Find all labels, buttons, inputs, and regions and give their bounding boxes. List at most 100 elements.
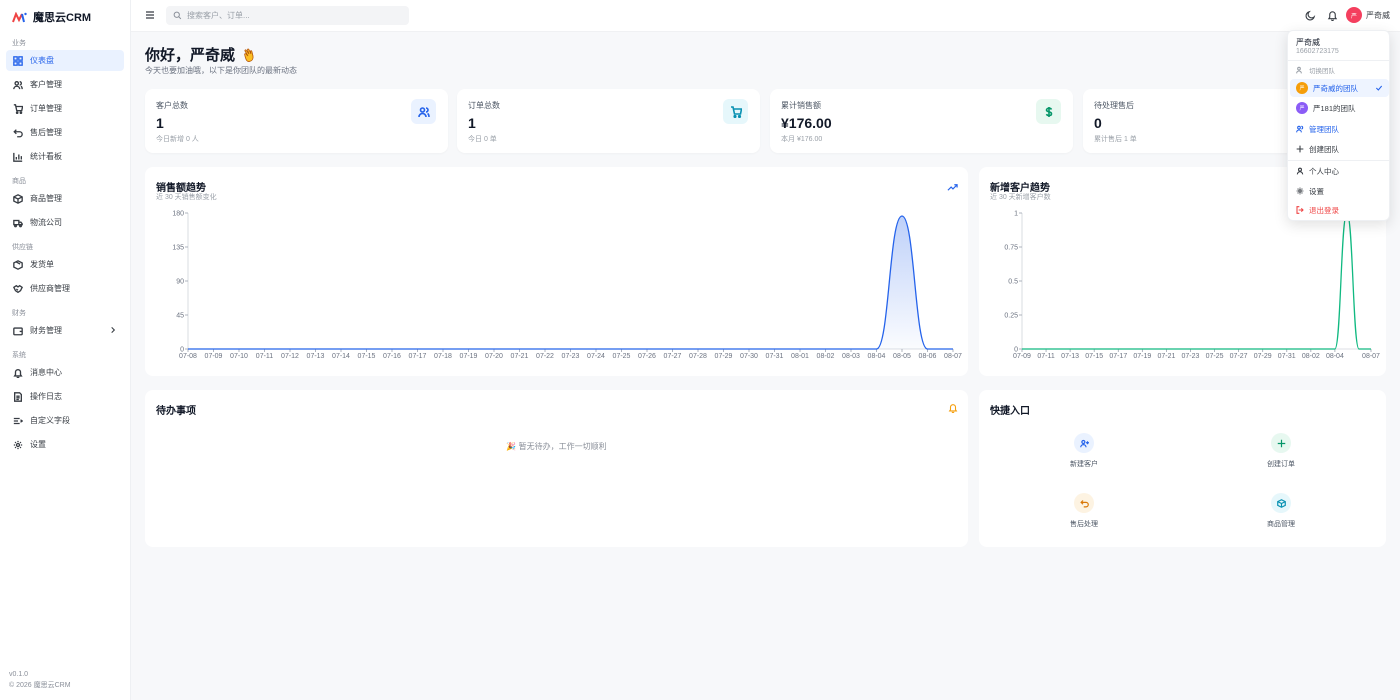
sidebar-item-dashboard[interactable]: 仪表盘 <box>6 50 124 71</box>
section-label-supply: 供应链 <box>12 244 33 251</box>
section-label-products: 商品 <box>12 178 26 185</box>
dropdown-user-phone: 16602723175 <box>1296 48 1339 55</box>
x-tick-label: 07-17 <box>409 353 427 360</box>
sidebar-item-settings[interactable]: 设置 <box>6 434 124 455</box>
quick-label: 商品管理 <box>1267 521 1295 528</box>
logout-icon <box>1296 206 1304 214</box>
x-tick-label: 07-21 <box>511 353 529 360</box>
quick-after-sales[interactable]: 售后处理 <box>1044 493 1124 529</box>
menu-icon[interactable] <box>144 9 156 21</box>
quick-label: 售后处理 <box>1070 521 1098 528</box>
divider <box>1288 160 1389 161</box>
stat-card-orders[interactable]: 订单总数 1 今日 0 单 <box>457 89 760 153</box>
x-tick-label: 07-29 <box>1254 353 1272 360</box>
sidebar-item-after-sales[interactable]: 售后管理 <box>6 122 124 143</box>
y-tick-label: 0.75 <box>1004 245 1018 252</box>
search-input[interactable] <box>187 11 407 20</box>
truck-icon <box>13 219 23 227</box>
gear-icon <box>13 440 23 449</box>
manage-team-item[interactable]: 管理团队 <box>1290 120 1389 138</box>
quick-label: 创建订单 <box>1267 461 1295 468</box>
sidebar-item-shipments[interactable]: 发货单 <box>6 254 124 275</box>
sidebar-item-products[interactable]: 商品管理 <box>6 188 124 209</box>
bell-icon <box>13 368 23 378</box>
sales-trend-card: 销售额趋势 近 30 天销售额变化 0 45 90 135 180 07-08 07-09 0… <box>145 167 968 376</box>
stat-title: 订单总数 <box>468 101 500 110</box>
users-icon <box>417 106 430 117</box>
settings-item[interactable]: 设置 <box>1290 182 1389 200</box>
sidebar-item-logs[interactable]: 操作日志 <box>6 386 124 407</box>
fields-icon <box>13 417 23 424</box>
user-icon <box>1296 167 1304 175</box>
user-menu-trigger[interactable]: 严 严奇威 <box>1346 7 1390 23</box>
x-tick-label: 08-07 <box>944 353 962 360</box>
gear-icon <box>1296 187 1304 195</box>
empty-state-text: 🎉 暂无待办，工作一切顺利 <box>506 442 607 451</box>
check-icon <box>1375 85 1383 91</box>
sidebar-item-custom-fields[interactable]: 自定义字段 <box>6 410 124 431</box>
sidebar-item-label: 发货单 <box>30 260 54 269</box>
undo-icon <box>13 128 23 137</box>
stat-icon-box <box>411 99 436 124</box>
sidebar-item-suppliers[interactable]: 供应商管理 <box>6 278 124 299</box>
x-tick-label: 07-27 <box>1230 353 1248 360</box>
sidebar-item-label: 消息中心 <box>30 368 62 377</box>
x-tick-label: 07-24 <box>587 353 605 360</box>
moon-icon[interactable] <box>1305 10 1316 21</box>
sidebar-item-logistics[interactable]: 物流公司 <box>6 212 124 233</box>
sidebar-item-label: 客户管理 <box>30 80 62 89</box>
profile-item[interactable]: 个人中心 <box>1290 162 1389 180</box>
user-name: 严奇威 <box>1366 10 1390 20</box>
team-option-1[interactable]: 严 严奇威的团队 <box>1290 79 1389 97</box>
todo-card: 待办事项 🎉 暂无待办，工作一切顺利 <box>145 390 968 547</box>
stat-title: 累计销售额 <box>781 101 821 110</box>
quick-products[interactable]: 商品管理 <box>1241 493 1321 529</box>
quick-new-customer[interactable]: 新建客户 <box>1044 433 1124 469</box>
create-team-item[interactable]: 创建团队 <box>1290 140 1389 158</box>
bell-icon[interactable] <box>948 403 958 413</box>
package-icon <box>13 193 23 204</box>
sidebar-item-statistics[interactable]: 统计看板 <box>6 146 124 167</box>
x-tick-label: 07-18 <box>434 353 452 360</box>
x-tick-label: 07-12 <box>281 353 299 360</box>
brand[interactable]: 魔思云CRM <box>0 0 130 34</box>
section-label-finance: 财务 <box>12 310 26 317</box>
logout-item[interactable]: 退出登录 <box>1290 201 1389 219</box>
y-tick-label: 0.5 <box>1008 279 1018 286</box>
sidebar-item-orders[interactable]: 订单管理 <box>6 98 124 119</box>
box-icon <box>13 259 23 270</box>
search-box <box>166 6 409 25</box>
stat-card-sales[interactable]: 累计销售额 ¥176.00 本月 ¥176.00 <box>770 89 1073 153</box>
x-tick-label: 08-02 <box>817 353 835 360</box>
stat-sub: 今日新增 0 人 <box>156 136 199 143</box>
sidebar-item-customers[interactable]: 客户管理 <box>6 74 124 95</box>
sidebar-item-label: 订单管理 <box>30 104 62 113</box>
quick-access-card: 快捷入口 新建客户 创建订单 售后处理 商品管理 <box>979 390 1386 547</box>
y-tick-label: 180 <box>172 211 184 218</box>
sidebar-item-messages[interactable]: 消息中心 <box>6 362 124 383</box>
topbar: 严 严奇威 <box>131 0 1400 32</box>
version-text: v0.1.0 <box>9 671 29 678</box>
users-icon <box>1296 66 1302 74</box>
quick-icon-box <box>1074 493 1094 513</box>
x-tick-label: 07-14 <box>332 353 350 360</box>
x-tick-label: 07-10 <box>230 353 248 360</box>
stat-sub: 累计售后 1 单 <box>1094 136 1137 143</box>
quick-icon-box <box>1074 433 1094 453</box>
app-logo-icon <box>12 11 27 22</box>
team-option-2[interactable]: 严 严181的团队 <box>1290 99 1389 117</box>
switch-team-text: 切换团队 <box>1309 68 1335 75</box>
x-tick-label: 08-05 <box>893 353 911 360</box>
x-tick-label: 07-31 <box>766 353 784 360</box>
sidebar-item-finance[interactable]: 财务管理 <box>6 320 124 341</box>
sales-chart: 0459013518007-08 07-09 07-10 07-11 07-12 07-1… <box>172 211 962 361</box>
card-title: 快捷入口 <box>990 406 1030 417</box>
y-tick-label: 1 <box>1014 211 1018 218</box>
quick-create-order[interactable]: 创建订单 <box>1241 433 1321 469</box>
stat-card-customers[interactable]: 客户总数 1 今日新增 0 人 <box>145 89 448 153</box>
sidebar-item-label: 财务管理 <box>30 326 62 335</box>
x-tick-label: 08-04 <box>868 353 886 360</box>
users-icon <box>1296 125 1304 133</box>
bell-icon[interactable] <box>1327 10 1338 21</box>
y-tick-label: 90 <box>176 279 184 286</box>
